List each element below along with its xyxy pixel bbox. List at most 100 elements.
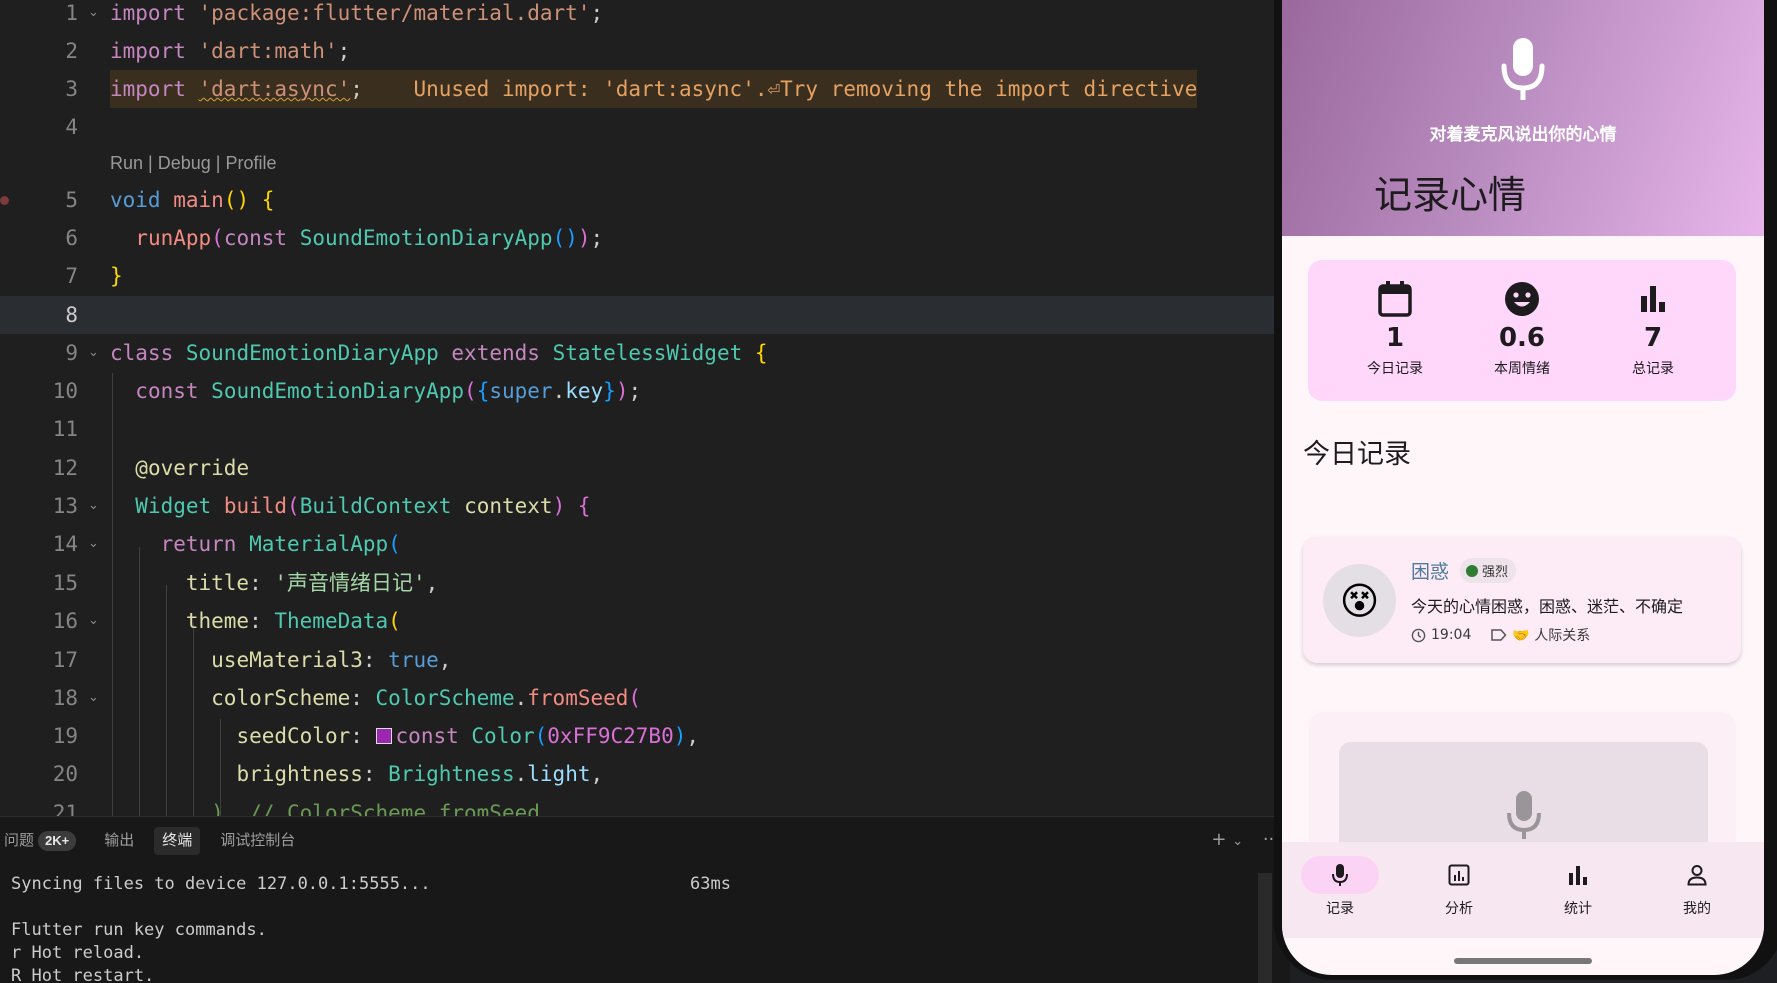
line-number: 15: [52, 571, 78, 595]
code-line[interactable]: 9 ⌄ class SoundEmotionDiaryApp extends S…: [0, 334, 1290, 372]
terminal-side-strip[interactable]: [1258, 873, 1272, 983]
code-text: brightness: Brightness.light,: [236, 762, 604, 786]
code-text: title: '声音情绪日记',: [185, 571, 439, 595]
hero-subtitle: 对着麦克风说出你的心情: [1429, 125, 1617, 145]
add-terminal-icon[interactable]: +: [1211, 829, 1226, 850]
code-text: @override: [135, 456, 250, 480]
nav-item-profile[interactable]: 我的: [1647, 856, 1747, 918]
chevron-down-icon[interactable]: ⌄: [1232, 834, 1243, 849]
code-line[interactable]: 6 runApp(const SoundEmotionDiaryApp());: [0, 219, 1290, 257]
bottom-panel: 问题 2K+ 输出 终端 调试控制台 + ⌄ ··· Syncing files …: [0, 816, 1290, 983]
stat-total: 7 总记录: [1593, 280, 1713, 378]
bar-chart-icon: [1569, 866, 1587, 885]
code-line-current[interactable]: 8: [0, 296, 1290, 334]
person-icon: [1687, 865, 1707, 886]
stats-card: 1 今日记录 0.6 本周情绪 7 总记录: [1308, 260, 1736, 401]
bottom-navigation: 记录 分析 统计 我的: [1282, 842, 1764, 938]
color-swatch-icon[interactable]: [375, 728, 392, 744]
line-number: 14: [52, 532, 78, 556]
fold-chevron-icon[interactable]: ⌄: [88, 5, 99, 20]
smiley-icon: [1505, 282, 1539, 316]
record-description: 今天的心情困惑，困惑、迷茫、不确定: [1411, 597, 1684, 616]
code-lens: Run | Debug | Profile: [110, 153, 277, 173]
code-line[interactable]: 11: [0, 410, 1290, 448]
line-number: 18: [52, 686, 78, 710]
nav-item-analysis[interactable]: 分析: [1409, 856, 1509, 918]
line-number: 20: [52, 762, 78, 786]
bar-chart-icon: [1641, 286, 1665, 312]
code-line[interactable]: 10 const SoundEmotionDiaryApp({super.key…: [0, 372, 1290, 410]
profile-link[interactable]: Profile: [225, 153, 276, 173]
nav-item-stats[interactable]: 统计: [1528, 856, 1628, 918]
code-line[interactable]: 13 ⌄ Widget build(BuildContext context) …: [0, 487, 1290, 525]
mic-icon: [1332, 864, 1348, 886]
code-text: seedColor: const Color(0xFF9C27B0),: [236, 724, 700, 748]
code-line[interactable]: 18 ⌄ colorScheme: ColorScheme.fromSeed(: [0, 679, 1290, 717]
line-number: 7: [65, 264, 78, 288]
record-card[interactable]: 😵 困惑 强烈 今天的心情困惑，困惑、迷茫、不确定 19:04 🤝 人际关系: [1303, 537, 1741, 663]
line-number: 2: [65, 39, 78, 63]
code-line-warning[interactable]: 3 import 'dart:async'; Unused import: 'd…: [0, 70, 1290, 108]
code-line[interactable]: 7 }: [0, 257, 1290, 295]
stat-week-mood: 0.6 本周情绪: [1462, 280, 1582, 378]
fold-chevron-icon[interactable]: ⌄: [88, 345, 99, 360]
line-number: 6: [65, 226, 78, 250]
fold-chevron-icon[interactable]: ⌄: [88, 498, 99, 513]
nav-item-record[interactable]: 记录: [1290, 856, 1390, 918]
debug-link[interactable]: Debug: [158, 153, 211, 173]
code-line[interactable]: 1 ⌄ import 'package:flutter/material.dar…: [0, 0, 1290, 32]
code-line[interactable]: 19 seedColor: const Color(0xFF9C27B0),: [0, 717, 1290, 755]
fold-chevron-icon[interactable]: ⌄: [88, 613, 99, 628]
code-line[interactable]: 12 @override: [0, 449, 1290, 487]
code-text: void main() {: [110, 188, 275, 212]
code-line[interactable]: 16 ⌄ theme: ThemeData(: [0, 602, 1290, 640]
line-number: 11: [52, 417, 78, 441]
code-line[interactable]: 15 title: '声音情绪日记',: [0, 564, 1290, 602]
tab-problems[interactable]: 问题 2K+: [0, 827, 84, 855]
code-editor[interactable]: 1 ⌄ import 'package:flutter/material.dar…: [0, 0, 1290, 816]
tab-terminal[interactable]: 终端: [154, 827, 201, 855]
code-line[interactable]: 17 useMaterial3: true,: [0, 641, 1290, 679]
code-text: theme: ThemeData(: [185, 609, 401, 633]
page-title: 记录心情: [1374, 173, 1527, 217]
code-line[interactable]: 14 ⌄ return MaterialApp(: [0, 525, 1290, 563]
line-number: 13: [52, 494, 78, 518]
section-title: 今日记录: [1303, 439, 1411, 470]
code-text: import 'package:flutter/material.dart';: [110, 1, 604, 25]
code-text: class SoundEmotionDiaryApp extends State…: [110, 341, 768, 365]
tab-debug-console[interactable]: 调试控制台: [212, 827, 303, 855]
emotion-avatar: 😵: [1323, 564, 1396, 637]
line-number: 5: [65, 188, 78, 212]
code-line[interactable]: 21 ), // ColorScheme.fromSeed: [0, 794, 1290, 816]
fold-chevron-icon[interactable]: ⌄: [88, 690, 99, 705]
code-text: colorScheme: ColorScheme.fromSeed(: [211, 686, 642, 710]
home-indicator[interactable]: [1454, 958, 1592, 964]
microphone-icon[interactable]: [1498, 36, 1548, 102]
line-number: 16: [52, 609, 78, 633]
fold-chevron-icon[interactable]: ⌄: [88, 536, 99, 551]
line-number: 3: [65, 77, 78, 101]
code-line[interactable]: 2 import 'dart:math';: [0, 32, 1290, 70]
code-line[interactable]: 4: [0, 108, 1290, 146]
record-meta: 19:04 🤝 人际关系: [1411, 625, 1610, 645]
code-text: return MaterialApp(: [160, 532, 401, 556]
tree-icon: [1466, 564, 1478, 577]
line-number: 8: [65, 303, 78, 327]
line-number: 17: [52, 648, 78, 672]
problems-count-badge: 2K+: [38, 831, 77, 851]
code-text: ), // ColorScheme.fromSeed: [211, 801, 540, 816]
line-number: 4: [65, 115, 78, 139]
code-text: Widget build(BuildContext context) {: [135, 494, 591, 518]
clock-icon: [1411, 628, 1426, 642]
hero-header: 对着麦克风说出你的心情 记录心情: [1282, 0, 1764, 236]
code-line[interactable]: 5 void main() {: [0, 181, 1290, 219]
terminal-output[interactable]: Syncing files to device 127.0.0.1:5555..…: [11, 873, 431, 983]
microphone-icon: [1507, 791, 1541, 839]
tab-output[interactable]: 输出: [96, 827, 142, 855]
run-link[interactable]: Run: [110, 153, 143, 173]
phone-screen: 对着麦克风说出你的心情 记录心情 1 今日记录 0.6 本周情绪 7 总记录 今…: [1282, 0, 1764, 975]
code-line[interactable]: 20 brightness: Brightness.light,: [0, 755, 1290, 793]
code-text: const SoundEmotionDiaryApp({super.key});: [135, 379, 642, 403]
code-text: import 'dart:math';: [110, 39, 351, 63]
tag-icon: [1491, 629, 1507, 641]
